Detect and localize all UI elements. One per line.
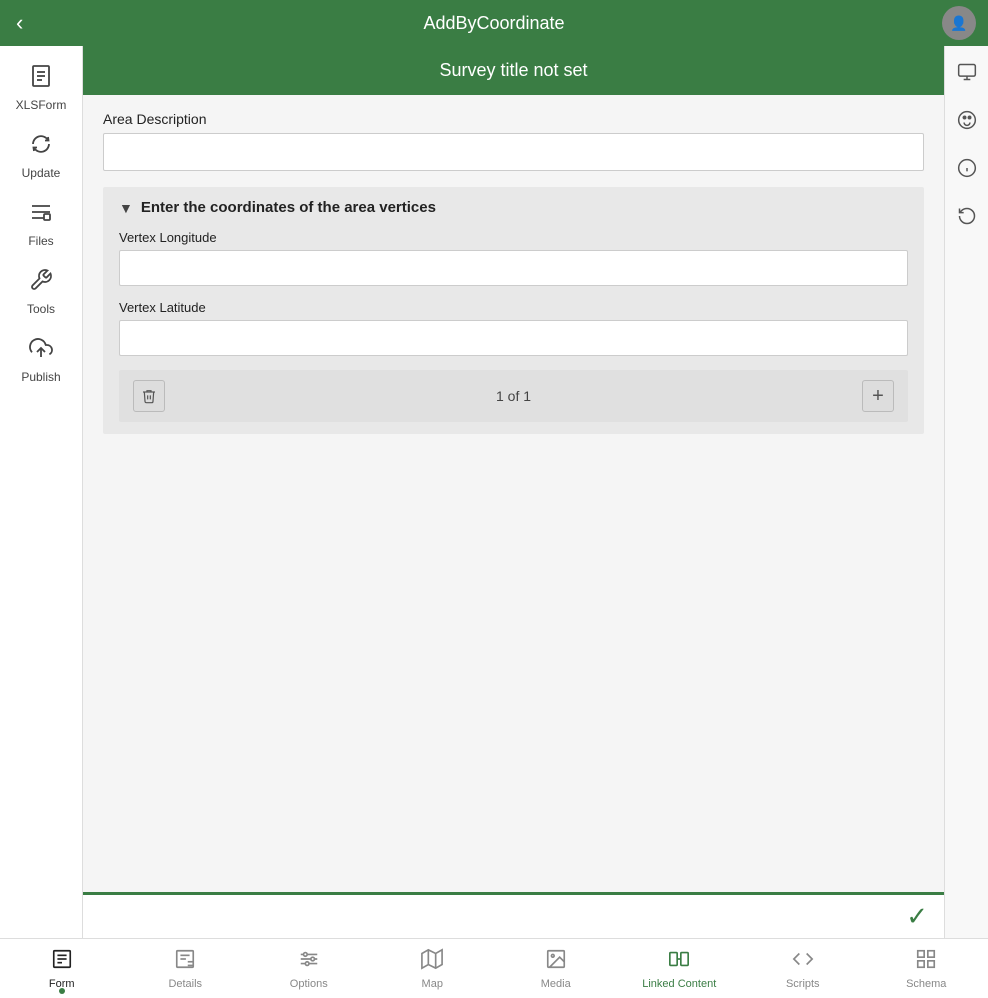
tab-media-label: Media bbox=[541, 978, 571, 990]
vertex-latitude-label: Vertex Latitude bbox=[119, 300, 908, 315]
sidebar-item-publish[interactable]: Publish bbox=[0, 326, 82, 394]
tab-scripts[interactable]: Scripts bbox=[741, 939, 865, 998]
delete-button[interactable] bbox=[133, 380, 165, 412]
sidebar-item-publish-label: Publish bbox=[21, 370, 60, 384]
sidebar-item-tools[interactable]: Tools bbox=[0, 258, 82, 326]
sidebar-item-files[interactable]: Files bbox=[0, 190, 82, 258]
sidebar-item-files-label: Files bbox=[28, 234, 53, 248]
app-title: AddByCoordinate bbox=[423, 13, 564, 34]
schema-tab-icon bbox=[915, 948, 937, 976]
tab-media[interactable]: Media bbox=[494, 939, 618, 998]
coordinate-section: ▼ Enter the coordinates of the area vert… bbox=[103, 187, 924, 434]
tab-schema-label: Schema bbox=[906, 978, 946, 990]
top-bar: ‹ AddByCoordinate 👤 bbox=[0, 0, 988, 46]
info-icon[interactable] bbox=[951, 152, 983, 190]
vertex-latitude-group: Vertex Latitude bbox=[119, 300, 908, 356]
tab-options[interactable]: Options bbox=[247, 939, 371, 998]
sidebar-item-update-label: Update bbox=[22, 166, 61, 180]
sidebar-item-xlsform-label: XLSForm bbox=[16, 98, 67, 112]
palette-icon[interactable] bbox=[951, 104, 983, 142]
back-button[interactable]: ‹ bbox=[16, 10, 23, 36]
sidebar-item-xlsform[interactable]: XLSForm bbox=[0, 54, 82, 122]
update-icon bbox=[29, 132, 53, 162]
scripts-tab-icon bbox=[792, 948, 814, 976]
checkmark-bar: ✓ bbox=[83, 892, 944, 938]
map-tab-icon bbox=[421, 948, 443, 976]
survey-card: Survey title not set Area Description ▼ … bbox=[83, 46, 944, 938]
coordinate-section-title: Enter the coordinates of the area vertic… bbox=[141, 199, 436, 216]
coordinate-section-header: ▼ Enter the coordinates of the area vert… bbox=[119, 199, 908, 216]
tab-options-label: Options bbox=[290, 978, 328, 990]
pagination-row: 1 of 1 + bbox=[119, 370, 908, 422]
survey-header: Survey title not set bbox=[83, 46, 944, 95]
publish-icon bbox=[29, 336, 53, 366]
pagination-count: 1 of 1 bbox=[496, 388, 531, 404]
bottom-tab-bar: Form Details Options bbox=[0, 938, 988, 998]
area-description-label: Area Description bbox=[103, 111, 924, 127]
vertex-latitude-input[interactable] bbox=[119, 320, 908, 356]
linked-content-tab-icon bbox=[668, 948, 690, 976]
form-body: Area Description ▼ Enter the coordinates… bbox=[83, 95, 944, 895]
reset-icon[interactable] bbox=[951, 200, 983, 238]
monitor-icon[interactable] bbox=[951, 56, 983, 94]
media-tab-icon bbox=[545, 948, 567, 976]
xlsform-icon bbox=[29, 64, 53, 94]
tools-icon bbox=[29, 268, 53, 298]
files-icon bbox=[29, 200, 53, 230]
tab-map-label: Map bbox=[422, 978, 443, 990]
avatar[interactable]: 👤 bbox=[942, 6, 976, 40]
main-content: Survey title not set Area Description ▼ … bbox=[83, 46, 944, 938]
form-tab-icon bbox=[51, 948, 73, 976]
tab-details-label: Details bbox=[168, 978, 202, 990]
area-description-input[interactable] bbox=[103, 133, 924, 171]
sidebar-item-tools-label: Tools bbox=[27, 302, 55, 316]
tab-linked-content[interactable]: Linked Content bbox=[618, 939, 742, 998]
tab-form[interactable]: Form bbox=[0, 939, 124, 998]
add-button[interactable]: + bbox=[862, 380, 894, 412]
tab-scripts-label: Scripts bbox=[786, 978, 820, 990]
options-tab-icon bbox=[298, 948, 320, 976]
tab-map[interactable]: Map bbox=[371, 939, 495, 998]
checkmark-button[interactable]: ✓ bbox=[906, 901, 928, 932]
vertex-longitude-input[interactable] bbox=[119, 250, 908, 286]
tab-details[interactable]: Details bbox=[124, 939, 248, 998]
tab-schema[interactable]: Schema bbox=[865, 939, 988, 998]
tab-form-label: Form bbox=[49, 978, 75, 990]
tab-linked-content-label: Linked Content bbox=[642, 978, 716, 990]
collapse-arrow-icon[interactable]: ▼ bbox=[119, 200, 133, 216]
right-bar bbox=[944, 46, 988, 998]
details-tab-icon bbox=[174, 948, 196, 976]
vertex-longitude-label: Vertex Longitude bbox=[119, 230, 908, 245]
area-description-group: Area Description bbox=[103, 111, 924, 171]
sidebar: XLSForm Update Files Tools bbox=[0, 46, 83, 998]
vertex-longitude-group: Vertex Longitude bbox=[119, 230, 908, 286]
sidebar-item-update[interactable]: Update bbox=[0, 122, 82, 190]
